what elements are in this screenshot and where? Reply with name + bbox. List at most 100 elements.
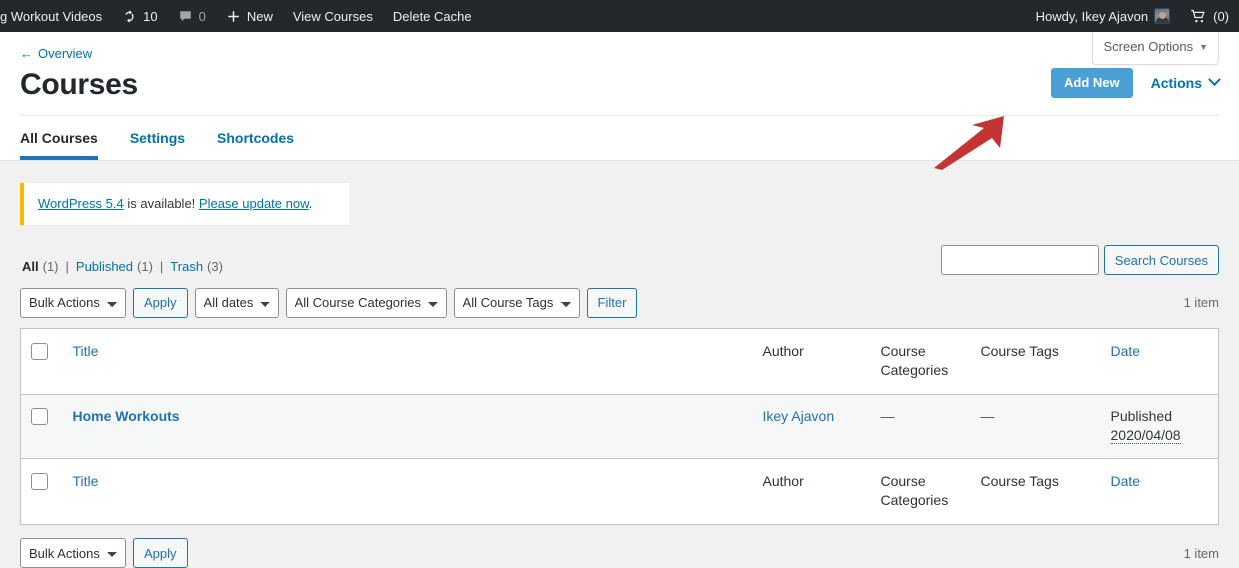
item-count-top: 1 item	[1183, 295, 1219, 310]
column-footer-title: Title	[62, 457, 753, 525]
avatar	[1154, 8, 1171, 24]
adminbar-cart[interactable]: (0)	[1180, 0, 1239, 32]
add-new-button[interactable]: Add New	[1051, 67, 1133, 98]
status-link-all[interactable]: All	[22, 259, 39, 274]
updates-count: 10	[143, 8, 158, 24]
adminbar-site-name[interactable]: g Workout Videos	[0, 0, 112, 32]
chevron-down-icon	[1208, 73, 1221, 87]
search-input[interactable]	[940, 245, 1099, 275]
updates-icon	[122, 9, 137, 24]
item-count-bottom: 1 item	[1183, 545, 1219, 561]
bulk-actions-select-top[interactable]: Bulk Actions	[20, 287, 126, 318]
sort-date-link-top[interactable]: Date	[1111, 343, 1141, 359]
tablenav-top: Bulk Actions Apply All dates All Course …	[20, 287, 1219, 318]
table-header-row: Title Author Course Categories Course Ta…	[20, 328, 1219, 395]
select-all-checkbox-top[interactable]	[31, 342, 48, 360]
page-header: Screen Options ▼ ← Overview Courses Add …	[0, 32, 1239, 170]
page-title: Courses	[20, 68, 138, 101]
row-author-cell: Ikey Ajavon	[752, 393, 871, 459]
apply-button-top[interactable]: Apply	[133, 287, 188, 318]
column-footer-date: Date	[1100, 457, 1219, 525]
row-checkbox[interactable]	[31, 407, 48, 425]
select-all-footer	[20, 457, 63, 525]
apply-button-bottom[interactable]: Apply	[133, 538, 188, 568]
overview-back-link[interactable]: ← Overview	[20, 32, 92, 61]
comment-bubble-icon	[178, 9, 193, 24]
actions-dropdown[interactable]: Actions	[1150, 73, 1221, 91]
column-header-date: Date	[1100, 328, 1219, 395]
plus-icon	[226, 9, 241, 24]
bulk-actions-select-bottom[interactable]: Bulk Actions	[20, 538, 126, 568]
row-select-cell	[20, 393, 63, 459]
notice-trailing-text: .	[308, 196, 313, 211]
cart-icon	[1190, 8, 1207, 25]
status-count-trash: (3)	[207, 258, 223, 274]
notice-middle-text: is available!	[123, 196, 199, 211]
adminbar-new-content[interactable]: New	[216, 0, 283, 32]
adminbar-comments[interactable]: 0	[168, 0, 216, 32]
table-footer-row: Title Author Course Categories Course Ta…	[20, 457, 1219, 525]
adminbar-updates[interactable]: 10	[112, 0, 167, 32]
table-row: Home Workouts Ikey Ajavon — — Published …	[20, 393, 1219, 459]
admin-bar: g Workout Videos 10 0 New View Courses D…	[0, 0, 1239, 32]
new-label: New	[246, 8, 273, 24]
status-separator: |	[159, 258, 164, 274]
column-header-course-categories: Course Categories	[870, 328, 971, 395]
tab-bar: All Courses Settings Shortcodes	[20, 115, 1219, 160]
course-title-link[interactable]: Home Workouts	[73, 408, 180, 424]
back-arrow-icon: ←	[20, 46, 33, 61]
row-categories-cell: —	[870, 393, 971, 459]
site-name-label: g Workout Videos	[0, 8, 103, 24]
tab-shortcodes-label: Shortcodes	[217, 130, 295, 146]
update-notice: WordPress 5.4 is available! Please updat…	[20, 183, 349, 225]
select-all-checkbox-bottom[interactable]	[31, 472, 48, 490]
content-area: WordPress 5.4 is available! Please updat…	[0, 183, 1239, 568]
screen-options-button[interactable]: Screen Options ▼	[1092, 32, 1219, 65]
author-link[interactable]: Ikey Ajavon	[763, 408, 835, 424]
column-footer-author: Author	[752, 457, 871, 525]
delete-cache-label: Delete Cache	[392, 8, 472, 24]
row-title-cell: Home Workouts	[62, 393, 753, 459]
tablenav-bottom: Bulk Actions Apply 1 item	[20, 538, 1219, 568]
cart-count: (0)	[1213, 8, 1229, 24]
view-courses-label: View Courses	[292, 8, 373, 24]
search-box: Search Courses	[940, 245, 1219, 275]
row-date-cell: Published 2020/04/08	[1100, 393, 1219, 459]
course-tags-filter-select[interactable]: All Course Tags	[453, 287, 580, 318]
status-count-published: (1)	[137, 258, 153, 274]
column-footer-course-tags: Course Tags	[970, 457, 1101, 525]
filter-button[interactable]: Filter	[586, 287, 638, 318]
status-separator: |	[65, 258, 69, 274]
wordpress-version-link[interactable]: WordPress 5.4	[38, 196, 124, 211]
adminbar-my-account[interactable]: Howdy, Ikey Ajavon	[1026, 0, 1180, 32]
courses-table: Title Author Course Categories Course Ta…	[20, 327, 1219, 526]
tab-settings-label: Settings	[129, 130, 186, 146]
column-header-title: Title	[62, 328, 753, 395]
sort-date-link-bottom[interactable]: Date	[1111, 473, 1141, 489]
screen-options-label: Screen Options	[1103, 39, 1194, 54]
sort-title-link-bottom[interactable]: Title	[73, 473, 99, 489]
howdy-label: Howdy, Ikey Ajavon	[1035, 8, 1149, 24]
column-header-course-tags: Course Tags	[970, 328, 1101, 395]
adminbar-view-courses[interactable]: View Courses	[283, 0, 383, 32]
column-footer-course-categories: Course Categories	[870, 457, 971, 525]
comments-count: 0	[198, 8, 206, 24]
date-value: 2020/04/08	[1110, 427, 1181, 445]
sort-title-link-top[interactable]: Title	[73, 343, 99, 359]
title-row: Courses Add New Actions	[20, 61, 1221, 115]
adminbar-delete-cache[interactable]: Delete Cache	[383, 0, 482, 32]
course-categories-filter-select[interactable]: All Course Categories	[285, 287, 447, 318]
status-count-all: (1)	[42, 258, 59, 274]
row-tags-cell: —	[970, 393, 1101, 459]
please-update-now-link[interactable]: Please update now	[199, 196, 309, 211]
status-link-published[interactable]: Published	[76, 259, 133, 274]
search-courses-button[interactable]: Search Courses	[1103, 245, 1219, 275]
status-link-trash[interactable]: Trash	[170, 259, 203, 274]
column-header-author: Author	[752, 328, 871, 395]
tab-shortcodes[interactable]: Shortcodes	[217, 116, 294, 160]
tab-settings[interactable]: Settings	[130, 116, 185, 160]
actions-label: Actions	[1150, 74, 1202, 91]
dates-filter-select[interactable]: All dates	[194, 287, 279, 318]
tab-all-courses-label: All Courses	[20, 130, 98, 146]
tab-all-courses[interactable]: All Courses	[20, 116, 98, 160]
